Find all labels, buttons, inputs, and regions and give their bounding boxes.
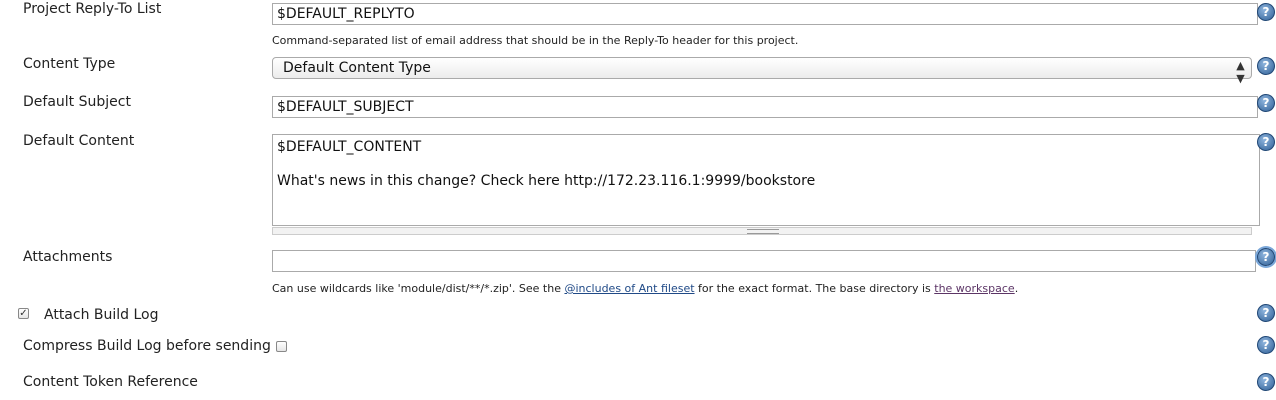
help-icon[interactable]: ? [1257,248,1275,266]
content-type-select[interactable]: Default Content Type ▲▼ [272,57,1252,85]
attachments-description: Can use wildcards like 'module/dist/**/*… [272,282,1018,295]
attachments-desc-middle: for the exact format. The base directory… [694,282,935,295]
attach-build-log-checkbox[interactable]: ✓ [18,308,29,319]
help-icon[interactable]: ? [1257,304,1275,322]
compress-build-log-label: Compress Build Log before sending [23,338,271,354]
attachments-input[interactable] [272,250,1256,272]
help-icon[interactable]: ? [1257,336,1275,354]
attachments-desc-prefix: Can use wildcards like 'module/dist/**/*… [272,282,565,295]
content-type-label: Content Type [23,56,116,72]
attachments-label: Attachments [23,249,113,265]
grip-bar [747,229,779,234]
reply-to-description: Command-separated list of email address … [272,34,799,47]
default-subject-label: Default Subject [23,94,131,110]
ant-fileset-link[interactable]: @includes of Ant fileset [564,282,694,295]
textarea-resize-handle[interactable] [272,227,1252,235]
reply-to-label: Project Reply-To List [23,1,162,17]
reply-to-input[interactable] [272,3,1258,25]
content-type-selected: Default Content Type [283,60,431,76]
help-icon[interactable]: ? [1257,3,1275,21]
content-token-reference-label: Content Token Reference [23,374,198,390]
default-content-textarea[interactable]: $DEFAULT_CONTENT What's news in this cha… [272,134,1260,226]
help-icon[interactable]: ? [1257,57,1275,75]
workspace-link[interactable]: the workspace [934,282,1014,295]
compress-build-log-checkbox[interactable] [276,341,287,352]
default-subject-input[interactable] [272,96,1258,118]
attach-build-log-label: Attach Build Log [44,307,159,323]
attachments-desc-suffix: . [1014,282,1019,295]
help-icon[interactable]: ? [1257,94,1275,112]
help-icon[interactable]: ? [1257,133,1275,151]
default-content-label: Default Content [23,133,135,149]
help-icon[interactable]: ? [1257,373,1275,391]
select-arrows-icon: ▲▼ [1234,59,1247,85]
